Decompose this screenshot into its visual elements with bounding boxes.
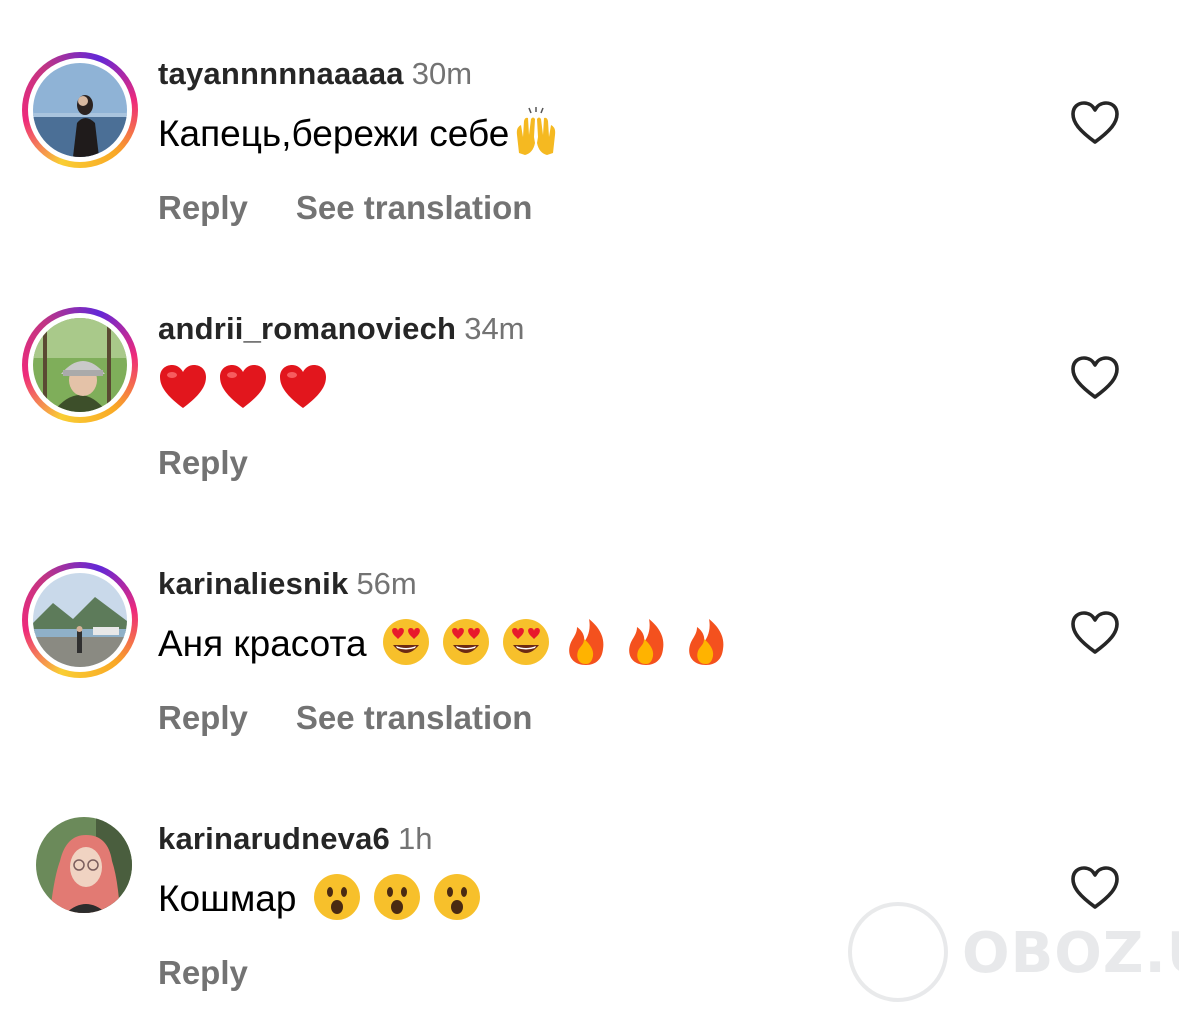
avatar-photo-forest [33,318,127,412]
heart-eyes-emoji [441,617,491,667]
comment-item: tayannnnnaaaaa 30m Капець,бережи себе Rep… [0,0,1179,240]
like-button[interactable] [1070,610,1120,656]
avatar-story-ring[interactable] [22,307,138,423]
comments-list: tayannnnnaaaaa 30m Капець,бережи себе Rep… [0,0,1179,1020]
red-heart-emoji [278,362,328,412]
avatar[interactable] [36,817,132,913]
heart-eyes-emoji [501,617,551,667]
avatar [33,63,127,157]
comment-actions: Reply [158,443,248,483]
see-translation-button[interactable]: See translation [296,189,533,226]
watermark: OBOZ.UA [848,902,1179,1006]
comment-text: Капець,бережи себе [158,107,571,161]
comment-actions: Reply [158,953,248,993]
username[interactable]: andrii_romanoviech [158,311,456,346]
comment-meta: tayannnnnaaaaa 30m [158,56,472,92]
comment-text [158,365,338,416]
timestamp: 56m [356,566,417,601]
fire-emoji [621,617,671,667]
avatar [33,318,127,412]
comment-meta: andrii_romanoviech 34m [158,311,525,347]
fire-emoji [561,617,611,667]
timestamp: 1h [397,821,433,856]
username[interactable]: tayannnnnaaaaa [158,56,404,91]
comment-actions: Reply See translation [158,188,532,228]
avatar [33,573,127,667]
heart-eyes-emoji [381,617,431,667]
timestamp: 30m [411,56,473,91]
astonished-emoji [372,872,422,922]
like-button[interactable] [1070,355,1120,401]
timestamp: 34m [464,311,525,346]
fire-emoji [681,617,731,667]
reply-button[interactable]: Reply [158,444,248,481]
comment-text-content: Капець,бережи себе [158,113,510,154]
like-button[interactable] [1070,100,1120,146]
reply-button[interactable]: Reply [158,954,248,991]
avatar-photo-portrait [36,817,132,913]
heart-outline-icon [1071,611,1119,654]
username[interactable]: karinaliesnik [158,566,348,601]
avatar-photo-sea [33,63,127,157]
comment-text: Кошмар [158,872,492,926]
reply-button[interactable]: Reply [158,189,248,226]
comment-text-content: Аня красота [158,623,367,664]
comment-text: Аня красота [158,617,741,671]
username[interactable]: karinarudneva6 [158,821,390,856]
comment-item: karinaliesnik 56m Аня красота Reply See tr… [0,510,1179,750]
astonished-emoji [432,872,482,922]
comment-meta: karinaliesnik 56m [158,566,417,602]
reply-button[interactable]: Reply [158,699,248,736]
avatar-photo-mountains [33,573,127,667]
see-translation-button[interactable]: See translation [296,699,533,736]
comment-meta: karinarudneva6 1h [158,821,432,857]
comment-item: andrii_romanoviech 34m Reply [0,255,1179,495]
globe-icon [848,902,948,1002]
comment-text-content: Кошмар [158,878,297,919]
astonished-emoji [312,872,362,922]
heart-outline-icon [1071,356,1119,399]
avatar-story-ring[interactable] [22,562,138,678]
comment-actions: Reply See translation [158,698,532,738]
red-heart-emoji [218,362,268,412]
avatar-story-ring[interactable] [22,52,138,168]
heart-outline-icon [1071,101,1119,144]
red-heart-emoji [158,362,208,412]
raising-hands-emoji [511,107,561,157]
watermark-text: OBOZ.UA [962,921,1179,986]
